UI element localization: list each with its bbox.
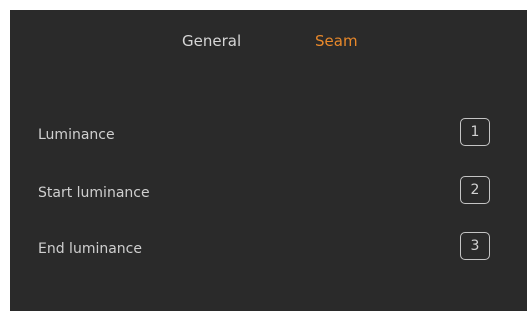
end-luminance-label: End luminance <box>38 241 142 257</box>
luminance-label: Luminance <box>38 127 115 143</box>
start-luminance-key-button[interactable]: 2 <box>460 176 490 204</box>
start-luminance-label: Start luminance <box>38 185 150 201</box>
tab-seam[interactable]: Seam <box>315 31 358 51</box>
settings-panel: General Seam Luminance 1 Start luminance… <box>10 10 527 311</box>
setting-row-luminance: Luminance 1 <box>10 117 527 153</box>
luminance-key-button[interactable]: 1 <box>460 118 490 146</box>
tab-bar: General Seam <box>10 10 527 72</box>
setting-row-start-luminance: Start luminance 2 <box>10 175 527 211</box>
setting-row-end-luminance: End luminance 3 <box>10 231 527 267</box>
end-luminance-key-button[interactable]: 3 <box>460 232 490 260</box>
tab-general[interactable]: General <box>182 31 241 51</box>
